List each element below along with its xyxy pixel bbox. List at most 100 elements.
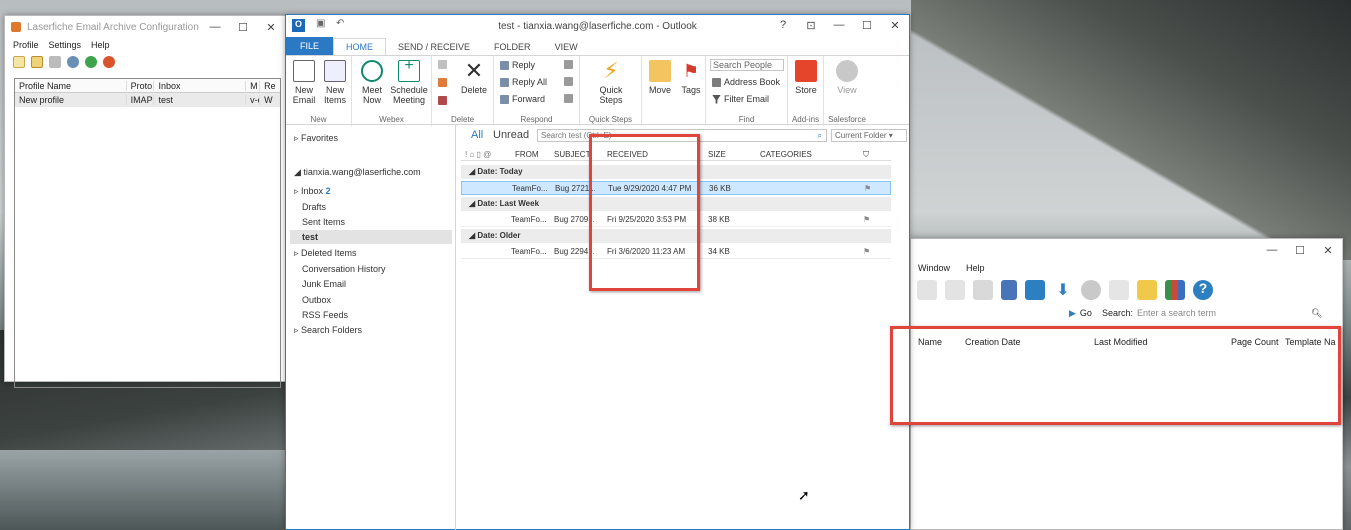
close-button[interactable]: ✕	[1314, 244, 1342, 257]
col-profile-name[interactable]: Profile Name	[15, 80, 127, 91]
col-subject[interactable]: SUBJECT	[554, 150, 590, 159]
grid-view-icon[interactable]	[1165, 280, 1185, 300]
meeting-reply-icon[interactable]	[564, 60, 573, 69]
column-icons[interactable]: ! ⌂ ▯ @	[465, 150, 491, 159]
stop-icon[interactable]	[103, 56, 115, 68]
message-from: TeamFo...	[511, 215, 547, 224]
layout-icon[interactable]	[1109, 280, 1129, 300]
reply-button[interactable]: Reply	[500, 60, 535, 70]
close-button[interactable]: ✕	[257, 21, 285, 34]
edit-icon[interactable]	[31, 56, 43, 68]
reply-all-button[interactable]: Reply All	[500, 77, 547, 87]
group-webex-label: Webex	[379, 115, 404, 124]
folder-drafts[interactable]: Drafts	[302, 202, 326, 212]
folder-deleted[interactable]: ▹ Deleted Items	[294, 248, 357, 259]
folder-sent[interactable]: Sent Items	[302, 217, 345, 227]
filter-all[interactable]: All	[471, 129, 483, 141]
search-scope-select[interactable]: Current Folder ▾	[831, 129, 907, 142]
search-icon[interactable]: 🔍︎	[1311, 308, 1322, 319]
folder-junk[interactable]: Junk Email	[302, 279, 346, 289]
quick-steps-button[interactable]: ⚡︎ Quick Steps	[588, 60, 634, 106]
search-folders-label: Search Folders	[301, 325, 363, 335]
paste-icon[interactable]	[945, 280, 965, 300]
re-cell: W	[264, 95, 273, 105]
tab-file[interactable]: FILE	[286, 37, 334, 55]
flag-icon[interactable]: ⚑	[863, 213, 870, 227]
tab-send-receive[interactable]: SEND / RECEIVE	[386, 39, 482, 55]
save-icon[interactable]: ▣	[316, 18, 325, 29]
col-size[interactable]: SIZE	[708, 150, 726, 159]
search-icon: ⌕	[817, 131, 822, 140]
meet-now-button[interactable]: Meet Now	[358, 60, 386, 105]
account-item[interactable]: ◢ tianxia.wang@laserfiche.com	[294, 167, 421, 178]
new-items-button[interactable]: New Items	[320, 60, 350, 105]
maximize-button[interactable]: ☐	[229, 21, 257, 34]
col-flag-filter[interactable]: ⛉	[863, 150, 869, 160]
move-button[interactable]: Move	[646, 60, 674, 95]
minimize-button[interactable]: —	[825, 19, 853, 32]
minimize-button[interactable]: —	[1258, 244, 1286, 257]
highlight-received-column	[589, 134, 700, 291]
copy-icon[interactable]	[917, 280, 937, 300]
download-icon[interactable]: ⬇	[1053, 280, 1073, 300]
menu-settings[interactable]: Settings	[49, 40, 82, 50]
folder-test[interactable]: test	[290, 230, 452, 244]
menu-help[interactable]: Help	[966, 263, 985, 273]
tags-button[interactable]: ⚑ Tags	[678, 60, 704, 95]
undo-icon[interactable]: ↶	[336, 18, 344, 29]
schedule-meeting-button[interactable]: + Schedule Meeting	[388, 58, 430, 106]
col-proto[interactable]: Proto	[127, 80, 155, 91]
tab-view[interactable]: VIEW	[543, 39, 590, 55]
close-button[interactable]: ✕	[881, 19, 909, 32]
maximize-button[interactable]: ☐	[1286, 244, 1314, 257]
folder-inbox[interactable]: ▹ Inbox 2	[294, 186, 331, 197]
new-email-button[interactable]: New Email	[290, 60, 318, 105]
favorites-item[interactable]: ▹ Favorites	[294, 133, 338, 144]
store-button[interactable]: Store	[792, 60, 820, 95]
new-icon[interactable]	[13, 56, 25, 68]
forward-button[interactable]: Forward	[500, 94, 545, 104]
folder-rss[interactable]: RSS Feeds	[302, 310, 348, 320]
salesforce-view-button[interactable]: View	[832, 60, 862, 95]
print-icon[interactable]	[973, 280, 993, 300]
im-icon[interactable]	[564, 77, 573, 86]
address-book-button[interactable]: Address Book	[712, 77, 780, 87]
maximize-button[interactable]: ☐	[853, 19, 881, 32]
ignore-icon[interactable]	[438, 60, 447, 69]
tab-folder[interactable]: FOLDER	[482, 39, 543, 55]
col-m[interactable]: M	[246, 80, 261, 91]
menu-window[interactable]: Window	[918, 263, 950, 273]
ribbon-options-button[interactable]: ⊡	[797, 19, 825, 32]
folder-outbox[interactable]: Outbox	[302, 295, 331, 305]
col-inbox[interactable]: Inbox	[154, 80, 247, 91]
tab-home[interactable]: HOME	[333, 38, 387, 55]
folder-icon[interactable]	[1137, 280, 1157, 300]
delete-button[interactable]: ✕ Delete	[458, 60, 490, 96]
menu-profile[interactable]: Profile	[13, 40, 39, 50]
minimize-button[interactable]: —	[201, 21, 229, 34]
cleanup-icon[interactable]	[438, 78, 447, 87]
scan-icon[interactable]	[1001, 280, 1017, 300]
gear-icon[interactable]	[67, 56, 79, 68]
junk-icon[interactable]	[438, 96, 447, 105]
menu-help[interactable]: Help	[91, 40, 110, 50]
flag-icon[interactable]: ⚑	[864, 182, 871, 196]
camera-icon[interactable]	[1025, 280, 1045, 300]
col-from[interactable]: FROM	[515, 150, 539, 159]
search-people-input[interactable]: Search People	[710, 59, 784, 71]
col-re[interactable]: Re	[260, 81, 280, 91]
help-icon[interactable]: ?	[1193, 280, 1213, 300]
more-respond-icon[interactable]	[564, 94, 573, 103]
folder-conversation-history[interactable]: Conversation History	[302, 264, 386, 274]
profile-row[interactable]: New profile IMAP test v-e› W	[15, 93, 280, 107]
go-button[interactable]: Go	[1080, 308, 1092, 318]
col-categories[interactable]: CATEGORIES	[760, 150, 812, 159]
filter-unread[interactable]: Unread	[493, 129, 529, 141]
flag-icon[interactable]: ⚑	[863, 245, 870, 259]
folder-search[interactable]: ▹ Search Folders	[294, 325, 362, 336]
help-button[interactable]: ?	[769, 19, 797, 32]
trash-icon[interactable]	[49, 56, 61, 68]
start-icon[interactable]	[85, 56, 97, 68]
search-input[interactable]: Enter a search term	[1137, 308, 1307, 318]
filter-email-button[interactable]: Filter Email	[712, 94, 769, 104]
